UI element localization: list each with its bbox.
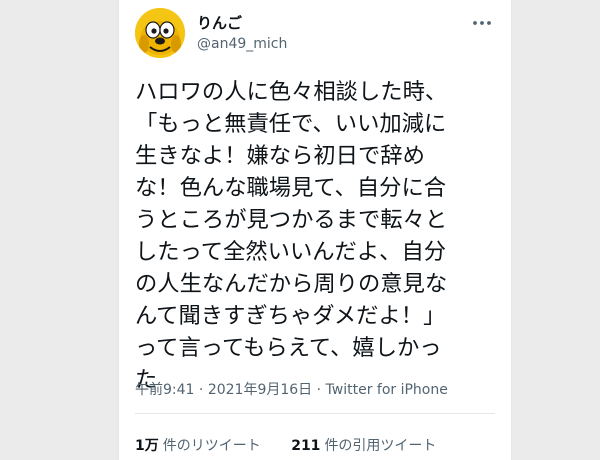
tweet-text-line: ハロワの人に色々相談した時、: [135, 79, 448, 105]
retweet-label: 件のリツイート: [162, 438, 261, 454]
retweet-count: 1万: [135, 438, 159, 454]
avatar[interactable]: [135, 8, 185, 58]
tweet-source-link[interactable]: Twitter for iPhone: [326, 382, 448, 398]
more-options-button[interactable]: [471, 14, 493, 32]
quote-tweets-stat[interactable]: 211 件の引用ツイート: [291, 436, 436, 456]
more-options-icon: [473, 21, 491, 25]
tweet-metadata: 午前9:41 · 2021年9月16日 · Twitter for iPhone: [135, 380, 448, 400]
tweet-text-line: 生きなよ！嫌なら初日で辞め: [135, 143, 425, 169]
tweet-time[interactable]: 午前9:41: [135, 382, 194, 398]
tweet-text-line: な！色んな職場見て、自分に合: [135, 175, 447, 201]
quote-count: 211: [291, 438, 321, 454]
meta-separator: ·: [194, 382, 208, 398]
tweet-stats: 1万 件のリツイート 211 件の引用ツイート: [135, 436, 462, 456]
divider: [135, 413, 495, 414]
tweet-text-line: って言ってもらえて、嬉しかっ: [135, 335, 442, 361]
quote-label: 件の引用ツイート: [324, 438, 437, 454]
tweet-text-line: したって全然いいんだよ、自分: [135, 239, 447, 265]
meta-separator: ·: [312, 382, 326, 398]
display-name[interactable]: りんご: [197, 14, 242, 32]
cartoon-dog-avatar-icon: [135, 8, 185, 58]
tweet-date[interactable]: 2021年9月16日: [208, 382, 312, 398]
tweet-text-line: の人生なんだから周りの意見な: [135, 271, 448, 297]
tweet-card: りんご @an49_mich ハロワの人に色々相談した時、 「もっと無責任で、い…: [118, 0, 512, 460]
user-handle[interactable]: @an49_mich: [197, 35, 287, 53]
tweet-text-line: んて聞きすぎちゃダメだよ！」: [135, 303, 446, 329]
retweets-stat[interactable]: 1万 件のリツイート: [135, 436, 261, 456]
tweet-text: ハロワの人に色々相談した時、 「もっと無責任で、いい加減に 生きなよ！嫌なら初日…: [135, 76, 495, 396]
tweet-text-line: うところが見つかるまで転々と: [135, 207, 448, 233]
tweet-header: りんご @an49_mich: [135, 8, 495, 60]
tweet-text-line: 「もっと無責任で、いい加減に: [135, 111, 447, 137]
